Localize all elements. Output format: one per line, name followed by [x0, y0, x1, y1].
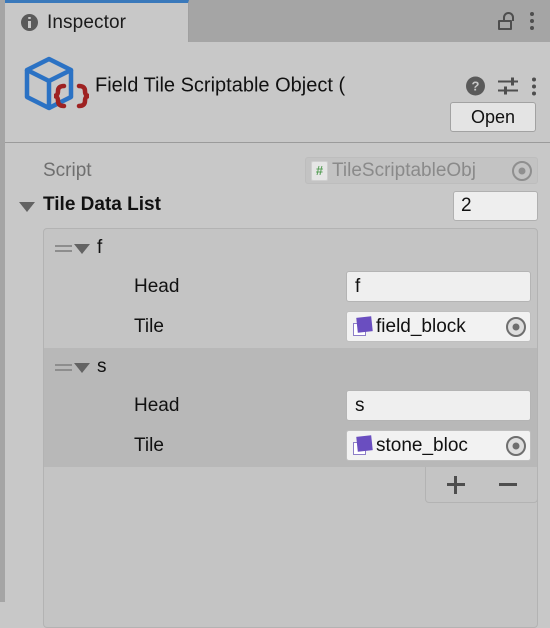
tile-object-field[interactable]: field_block	[346, 311, 531, 342]
list-item: s Head s Tile stone_bloc	[44, 348, 537, 467]
list-header: Tile Data List 2	[5, 191, 550, 225]
tab-bar: Inspector	[5, 0, 550, 42]
field-label: Head	[134, 276, 180, 297]
tile-value: stone_bloc	[376, 434, 468, 456]
info-icon	[21, 14, 38, 31]
script-object-field[interactable]: # TileScriptableObj	[305, 157, 538, 184]
head-input[interactable]: f	[346, 271, 531, 302]
kebab-menu-icon[interactable]	[529, 12, 534, 30]
tab-inspector-label: Inspector	[47, 11, 127, 33]
field-label: Tile	[134, 316, 164, 337]
drag-handle-icon[interactable]	[55, 242, 72, 254]
field-row-head: Head s	[44, 386, 537, 426]
object-picker-icon[interactable]	[506, 316, 526, 337]
list-item-label: f	[97, 237, 103, 258]
foldout-expanded-icon[interactable]	[74, 244, 90, 254]
list-item: f Head f Tile field_block	[44, 229, 537, 348]
tile-asset-icon	[353, 316, 373, 336]
list-label: Tile Data List	[43, 194, 161, 215]
lock-open-icon[interactable]	[498, 12, 515, 30]
list-size-input[interactable]: 2	[453, 191, 538, 221]
inspector-body: Script # TileScriptableObj Tile Data Lis…	[5, 143, 550, 628]
preset-settings-icon[interactable]	[498, 77, 518, 95]
object-header: Field Tile Scriptable Object ( ? Open	[5, 42, 550, 143]
object-picker-icon[interactable]	[512, 160, 532, 181]
object-picker-icon[interactable]	[506, 435, 526, 456]
tab-tools	[498, 0, 550, 42]
add-element-button[interactable]	[445, 474, 467, 496]
tile-object-field[interactable]: stone_bloc	[346, 430, 531, 461]
page-title: Field Tile Scriptable Object (	[95, 74, 346, 97]
head-input[interactable]: s	[346, 390, 531, 421]
header-icon-group: ?	[466, 76, 536, 96]
cs-script-icon: #	[311, 160, 328, 181]
tile-value: field_block	[376, 315, 466, 337]
script-label: Script	[43, 160, 92, 181]
open-button[interactable]: Open	[450, 102, 536, 132]
kebab-menu-icon[interactable]	[531, 77, 536, 95]
remove-element-button[interactable]	[497, 474, 519, 496]
field-row-tile: Tile field_block	[44, 307, 537, 347]
scriptable-object-icon	[24, 56, 89, 111]
script-row: Script # TileScriptableObj	[5, 155, 550, 187]
script-value: TileScriptableObj	[332, 159, 476, 181]
list-footer-toolbar	[425, 467, 538, 503]
foldout-expanded-icon[interactable]	[74, 363, 90, 373]
foldout-expanded-icon[interactable]	[19, 202, 35, 212]
list-item-label: s	[97, 356, 107, 377]
field-label: Tile	[134, 435, 164, 456]
list-item-header[interactable]: s	[44, 348, 537, 386]
field-label: Head	[134, 395, 180, 416]
drag-handle-icon[interactable]	[55, 361, 72, 373]
tab-inspector[interactable]: Inspector	[5, 0, 189, 42]
tile-asset-icon	[353, 435, 373, 455]
tile-data-list: f Head f Tile field_block s Head s Tile …	[43, 228, 538, 628]
field-row-tile: Tile stone_bloc	[44, 426, 537, 466]
field-row-head: Head f	[44, 267, 537, 307]
help-icon[interactable]: ?	[466, 76, 485, 96]
list-item-header[interactable]: f	[44, 229, 537, 267]
